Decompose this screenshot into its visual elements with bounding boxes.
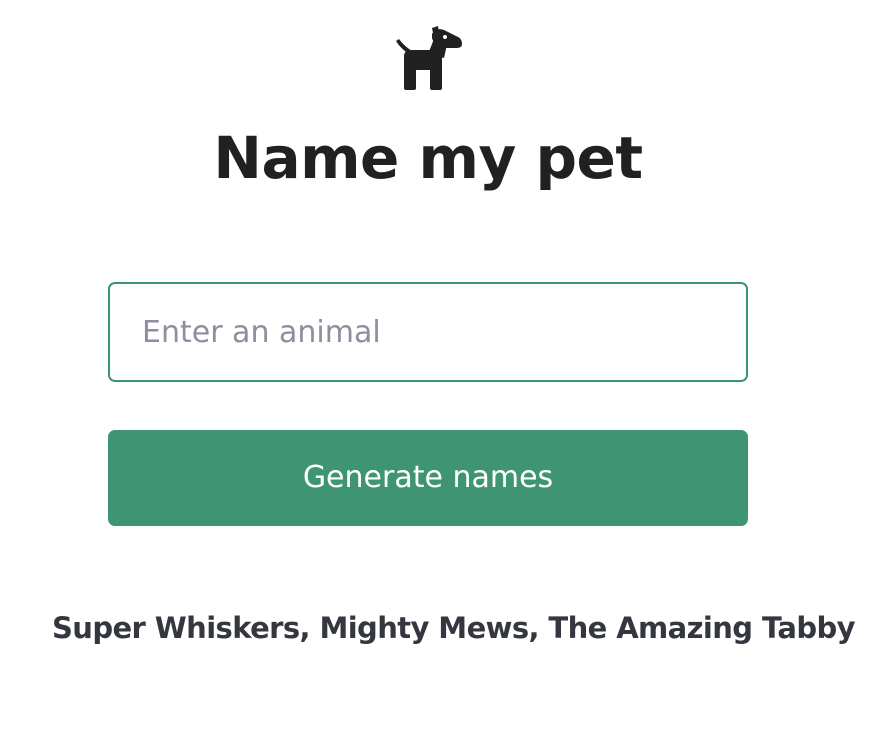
result-text: Super Whiskers, Mighty Mews, The Amazing…: [52, 611, 856, 645]
animal-input[interactable]: [110, 284, 746, 380]
generate-names-button[interactable]: Generate names: [108, 430, 748, 526]
page-title: Name my pet: [213, 124, 643, 192]
animal-input-container: [108, 282, 748, 382]
dog-icon: [392, 24, 464, 92]
